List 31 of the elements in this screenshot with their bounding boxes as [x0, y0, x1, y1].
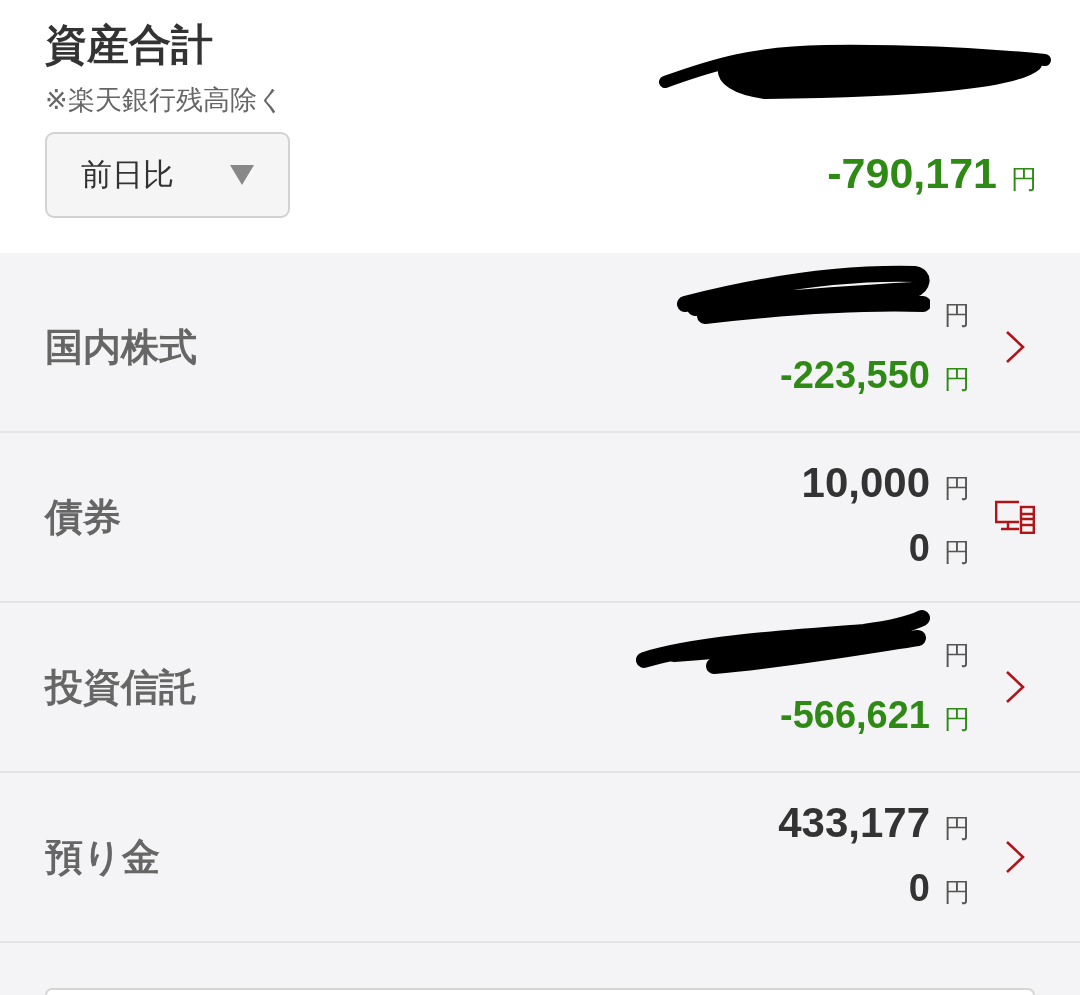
chevron-right-icon[interactable] [1005, 671, 1025, 703]
yen-unit: 円 [944, 811, 970, 845]
yen-unit: 円 [944, 703, 970, 736]
yen-unit: 円 [944, 471, 970, 505]
note-text: ※楽天銀行残高除く [45, 84, 286, 116]
asset-row[interactable]: 投資信託 円 -566,621 円 [0, 603, 1080, 773]
chevron-right-icon[interactable] [1005, 841, 1025, 873]
amount-value: 10,000 [801, 457, 930, 508]
asset-row[interactable]: 預り金 433,177 円 0 円 [0, 773, 1080, 943]
asset-label: 預り金 [45, 834, 161, 880]
asset-row[interactable]: 国内株式 円 -223,550 円 [0, 263, 1080, 433]
yen-unit: 円 [944, 639, 970, 672]
change-value: -790,171 [827, 148, 997, 198]
asset-row[interactable]: 債券 10,000 円 0 円 [0, 433, 1080, 603]
section-title: 資産合計 [45, 20, 214, 70]
caret-icon [230, 165, 254, 185]
asset-label: 国内株式 [45, 324, 198, 370]
asset-label: 債券 [45, 494, 122, 540]
amount-value: 433,177 [778, 797, 930, 848]
yen-unit: 円 [1011, 163, 1037, 196]
yen-unit: 円 [944, 299, 970, 332]
yen-unit: 円 [944, 363, 970, 396]
change-value: -223,550 [780, 353, 930, 398]
change-value: -566,621 [780, 693, 930, 738]
yen-unit: 円 [944, 875, 970, 909]
change-value: 0 [908, 865, 930, 911]
chevron-right-icon[interactable] [1005, 331, 1025, 363]
asset-label: 投資信託 [45, 664, 198, 710]
change-value: 0 [908, 525, 930, 571]
comparison-dropdown[interactable]: 前日比 [45, 132, 290, 218]
yen-unit: 円 [944, 535, 970, 569]
